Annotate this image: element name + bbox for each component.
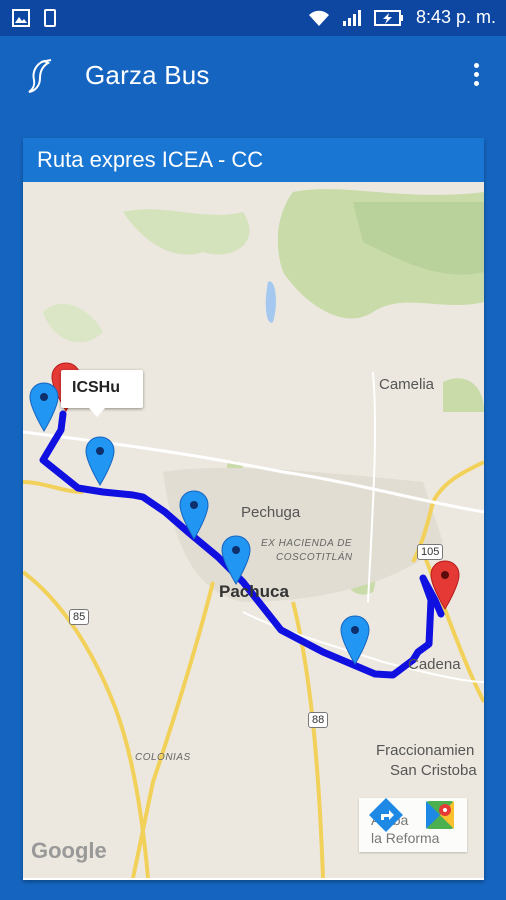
signal-icon xyxy=(342,9,361,26)
app-title: Garza Bus xyxy=(85,60,210,90)
app-bar: Garza Bus xyxy=(0,36,506,118)
route-shield-88: 88 xyxy=(308,712,329,728)
route-card-header: Ruta expres ICEA - CC xyxy=(23,138,484,182)
map-label-pechuga: Pechuga xyxy=(241,504,301,521)
status-time: 8:43 p. m. xyxy=(415,7,496,27)
park-area-west xyxy=(123,209,250,255)
route-map[interactable]: Camelia Pechuga EX HACIENDA DE COSCOTITL… xyxy=(23,182,484,878)
park-area-east xyxy=(443,378,484,412)
overflow-menu-icon[interactable] xyxy=(470,63,482,91)
map-toolbar: Arriba la Reforma xyxy=(359,798,467,852)
bus-stop-marker-icon[interactable] xyxy=(221,535,251,585)
battery-charging-icon xyxy=(373,9,403,26)
marker-info-window[interactable]: ICSHu xyxy=(61,370,143,417)
map-label-hacienda-2: COSCOTITLÁN xyxy=(276,552,353,563)
route-card: Ruta expres ICEA - CC Camelia Pechuga EX… xyxy=(23,138,484,880)
heron-logo-icon xyxy=(28,59,52,93)
map-label-colonias: COLONIAS xyxy=(135,752,191,763)
lake xyxy=(265,281,276,323)
map-label-pachuca: Pachuca xyxy=(219,582,289,601)
bus-stop-marker-icon[interactable] xyxy=(340,615,370,665)
wifi-icon xyxy=(308,10,329,26)
map-label-fraccionamiento-2: San Cristoba xyxy=(390,762,477,779)
gallery-notification-icon xyxy=(12,9,30,27)
map-label-camelia: Camelia xyxy=(379,376,435,393)
map-label-hacienda-1: EX HACIENDA DE xyxy=(261,538,353,549)
directions-icon[interactable] xyxy=(369,798,403,832)
status-bar: 8:43 p. m. xyxy=(0,0,506,36)
bus-stop-marker-icon[interactable] xyxy=(85,436,115,486)
map-label-cadena: Cadena xyxy=(408,656,461,673)
route-title: Ruta expres ICEA - CC xyxy=(37,147,264,172)
park-area-small xyxy=(43,303,103,343)
phone-notification-icon xyxy=(44,9,56,27)
map-label-reforma-2: la Reforma xyxy=(371,830,440,846)
bus-stop-marker-icon[interactable] xyxy=(179,490,209,540)
route-shield-85: 85 xyxy=(69,609,90,625)
info-window-label: ICSHu xyxy=(72,379,120,396)
route-shield-105: 105 xyxy=(417,544,444,560)
map-label-fraccionamiento-1: Fraccionamien xyxy=(376,742,475,759)
destination-marker-icon[interactable] xyxy=(430,560,460,610)
open-in-maps-icon[interactable] xyxy=(423,798,457,832)
bus-stop-marker-icon[interactable] xyxy=(29,382,59,432)
google-attribution: Google xyxy=(31,838,107,863)
